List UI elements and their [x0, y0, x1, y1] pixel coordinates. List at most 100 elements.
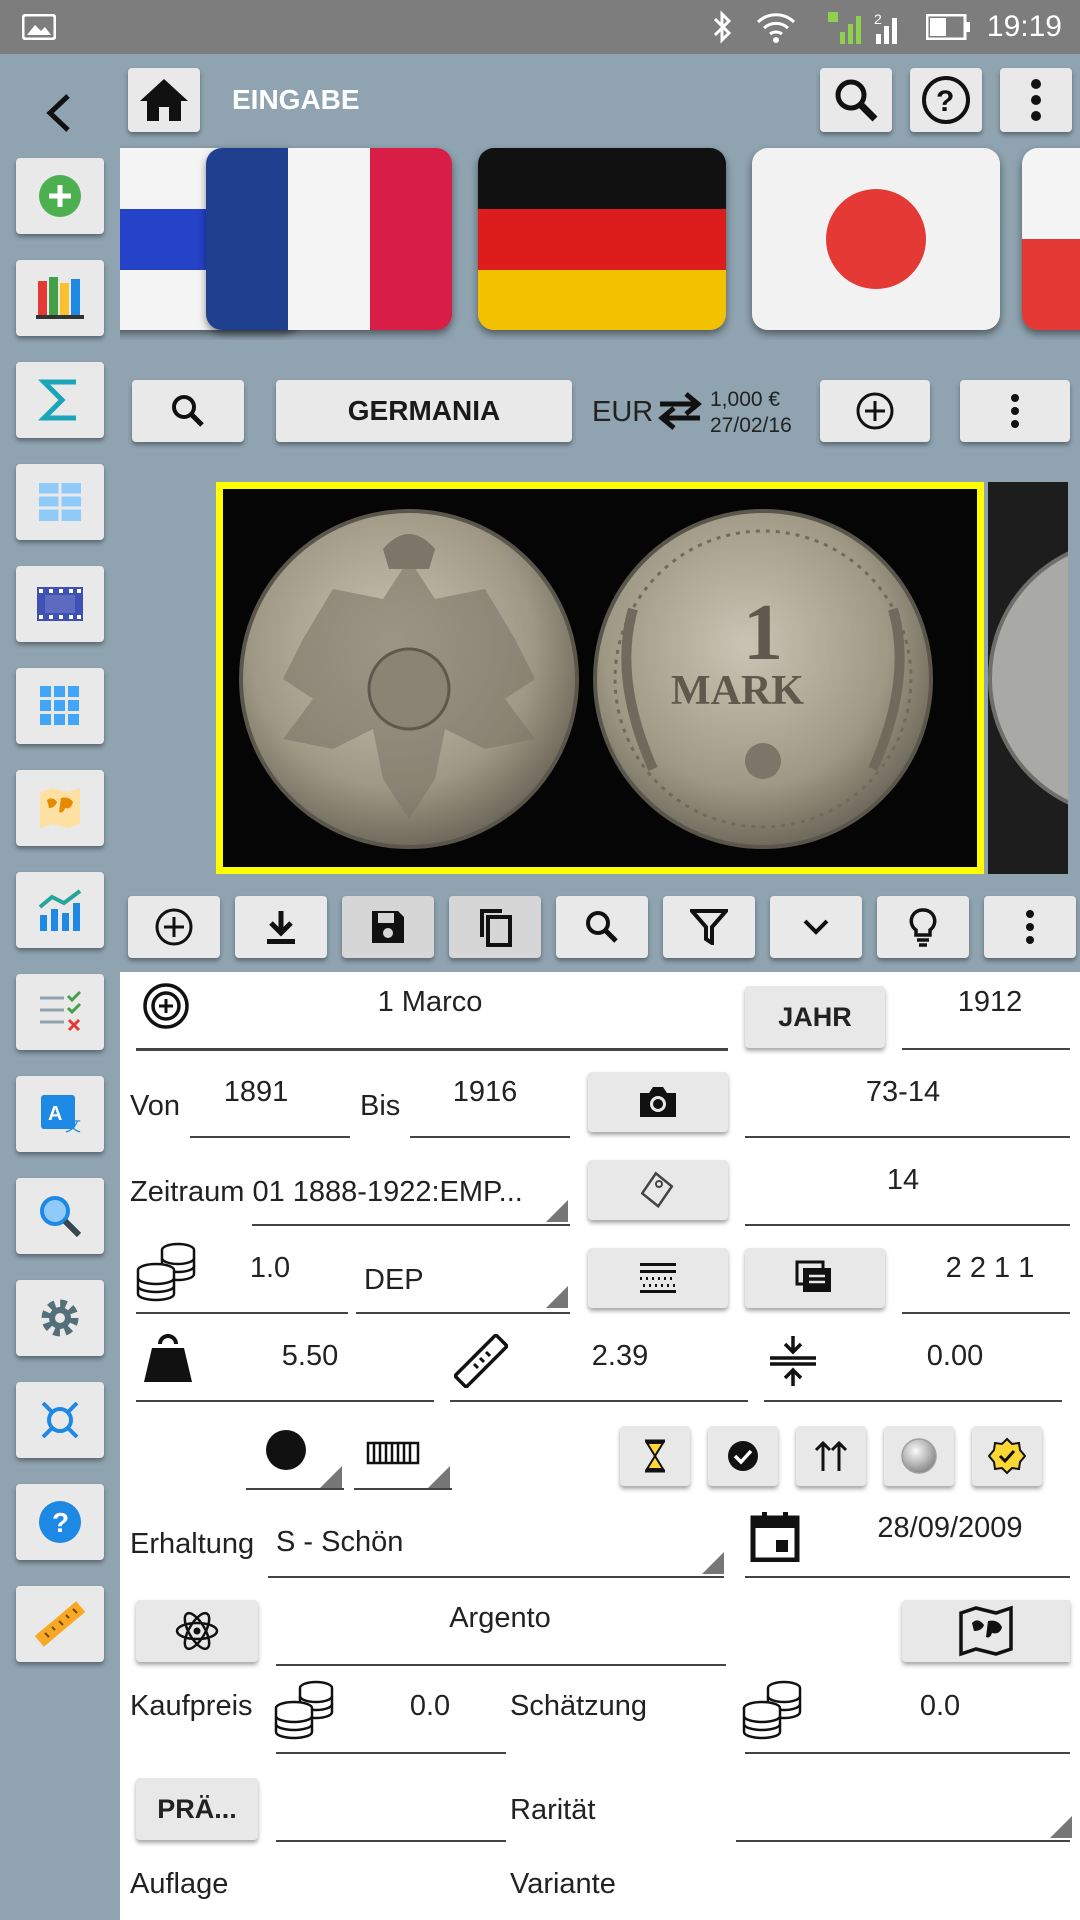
flag-germany[interactable] — [478, 148, 726, 330]
diameter-field[interactable]: 2.39 — [560, 1340, 680, 1373]
next-coin-image[interactable] — [988, 482, 1068, 874]
underline — [190, 1136, 350, 1138]
plus-circle-icon — [37, 173, 83, 219]
svg-text:2: 2 — [874, 11, 882, 27]
underline — [745, 1136, 1070, 1138]
barcode-button[interactable] — [588, 1248, 728, 1308]
year-button[interactable]: JAHR — [745, 986, 885, 1048]
add-coin-button[interactable] — [16, 158, 104, 234]
underline — [410, 1136, 570, 1138]
period-field[interactable]: Zeitraum 01 1888-1922:EMP... — [130, 1176, 523, 1209]
certified-status-button[interactable] — [972, 1426, 1042, 1486]
flag-japan[interactable] — [752, 148, 1000, 330]
country-menu-button[interactable] — [960, 380, 1070, 442]
ruler-button[interactable] — [16, 1586, 104, 1662]
purchase-price-field[interactable]: 0.0 — [370, 1690, 490, 1723]
camera-button[interactable] — [588, 1072, 728, 1132]
flag-france[interactable] — [206, 148, 452, 330]
copy-button[interactable] — [449, 896, 541, 958]
quantity-field[interactable]: 2 2 1 1 — [910, 1252, 1070, 1285]
period-dropdown-arrow[interactable] — [546, 1200, 568, 1222]
denomination-icon[interactable] — [142, 982, 190, 1030]
settings-button[interactable] — [16, 1280, 104, 1356]
country-button[interactable]: GERMANIA — [276, 380, 572, 442]
calendar-icon[interactable] — [750, 1510, 800, 1562]
from-year-field[interactable]: 1891 — [182, 1076, 330, 1109]
filter-button[interactable] — [663, 896, 755, 958]
grid-view-button[interactable] — [16, 668, 104, 744]
underline — [356, 1312, 570, 1314]
thickness-icon — [768, 1334, 818, 1388]
weight-field[interactable]: 5.50 — [260, 1340, 360, 1373]
back-icon[interactable] — [42, 92, 76, 134]
table-view-button[interactable] — [16, 464, 104, 540]
face-value-field[interactable]: 1.0 — [210, 1252, 330, 1285]
download-button[interactable] — [235, 896, 327, 958]
translate-button[interactable]: A文 — [16, 1076, 104, 1152]
tag-field[interactable]: 14 — [748, 1164, 1058, 1197]
condition-field[interactable]: S - Schön — [276, 1526, 403, 1559]
tag-icon — [641, 1170, 675, 1210]
flag-carousel[interactable] — [120, 140, 1080, 340]
home-button[interactable] — [128, 68, 200, 132]
condition-dropdown-arrow[interactable] — [702, 1552, 724, 1574]
country-search-button[interactable] — [132, 380, 244, 442]
region-map-button[interactable] — [902, 1600, 1070, 1662]
location-dropdown-arrow[interactable] — [546, 1286, 568, 1308]
add-button[interactable] — [128, 896, 220, 958]
edge-type-icon[interactable] — [366, 1440, 420, 1466]
toolbar-menu-button[interactable] — [984, 896, 1076, 958]
map-button[interactable] — [16, 770, 104, 846]
underline — [136, 1400, 434, 1402]
to-year-field[interactable]: 1916 — [410, 1076, 560, 1109]
edge-dropdown-arrow[interactable] — [428, 1466, 450, 1488]
filmstrip-view-button[interactable] — [16, 566, 104, 642]
tag-button[interactable] — [588, 1160, 728, 1220]
svg-text:?: ? — [52, 1507, 69, 1538]
sort-status-button[interactable] — [796, 1426, 866, 1486]
tip-button[interactable] — [877, 896, 969, 958]
statistics-sum-button[interactable] — [16, 362, 104, 438]
coin-entry-form: 1 Marco JAHR 1912 Von 1891 Bis 1916 73-1… — [120, 972, 1080, 1920]
help-button[interactable]: ? — [910, 68, 982, 132]
year-field[interactable]: 1912 — [910, 986, 1070, 1019]
metal-field[interactable]: Argento — [280, 1602, 720, 1635]
signal-icon: 2 — [826, 10, 916, 46]
shape-dropdown-arrow[interactable] — [320, 1466, 342, 1488]
shape-circle-icon[interactable] — [264, 1428, 308, 1472]
estimate-coins-icon — [740, 1678, 804, 1740]
mint-mark-button[interactable]: PRÄ... — [136, 1778, 258, 1840]
date-field[interactable]: 28/09/2009 — [840, 1512, 1060, 1545]
charts-button[interactable] — [16, 872, 104, 948]
rarity-dropdown-arrow[interactable] — [1050, 1816, 1072, 1838]
more-vertical-icon — [1025, 909, 1035, 945]
overflow-menu-button[interactable] — [1000, 68, 1072, 132]
search-button[interactable] — [16, 1178, 104, 1254]
more-vertical-icon — [1010, 393, 1020, 429]
location-field[interactable]: DEP — [364, 1264, 424, 1297]
search-button[interactable] — [820, 68, 892, 132]
thickness-field[interactable]: 0.00 — [880, 1340, 1030, 1373]
pending-status-button[interactable] — [620, 1426, 690, 1486]
checklist-button[interactable] — [16, 974, 104, 1050]
estimate-field[interactable]: 0.0 — [870, 1690, 1010, 1723]
bar-chart-icon — [36, 887, 84, 933]
flag-poland[interactable] — [1022, 148, 1080, 330]
metal-button[interactable] — [136, 1600, 258, 1662]
add-country-button[interactable] — [820, 380, 930, 442]
currency-code: EUR — [592, 396, 654, 428]
expand-button[interactable] — [770, 896, 862, 958]
proof-status-button[interactable] — [884, 1426, 954, 1486]
swap-arrows-icon[interactable] — [656, 390, 704, 430]
find-button[interactable] — [556, 896, 648, 958]
catalog-number-field[interactable]: 73-14 — [748, 1076, 1058, 1109]
collection-button[interactable] — [16, 260, 104, 336]
save-button[interactable] — [342, 896, 434, 958]
ruler-icon — [35, 1599, 85, 1649]
collection-copies-button[interactable] — [745, 1248, 885, 1308]
tools-button[interactable] — [16, 1382, 104, 1458]
help-button[interactable]: ? — [16, 1484, 104, 1560]
verified-status-button[interactable] — [708, 1426, 778, 1486]
coin-name[interactable]: 1 Marco — [220, 986, 640, 1019]
coin-image[interactable]: 1 MARK — [216, 482, 984, 874]
